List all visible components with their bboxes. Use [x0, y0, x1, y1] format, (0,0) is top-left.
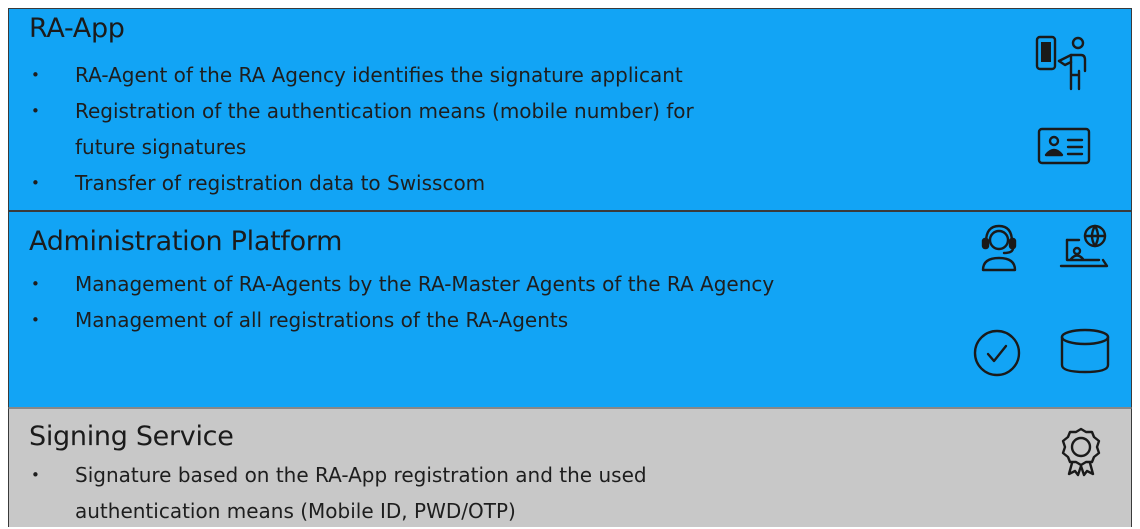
list-item-continuation: future signatures [75, 135, 247, 159]
list-item-continuation: authentication means (Mobile ID, PWD/OTP… [75, 499, 516, 523]
bullet-dot: • [31, 275, 40, 293]
list-item: • RA-Agent of the RA Agency identifies th… [27, 57, 694, 93]
ra-app-panel: RA-App • RA-Agent of the RA Agency identi… [8, 8, 1132, 210]
administration-platform-panel: Administration Platform • Management of R… [8, 210, 1132, 408]
list-item: • Signature based on the RA-App registrat… [27, 457, 647, 493]
bullet-dot: • [31, 66, 40, 84]
bullet-list: • RA-Agent of the RA Agency identifies th… [27, 57, 694, 201]
list-item: • Management of RA-Agents by the RA-Maste… [27, 266, 774, 302]
signing-service-panel: Signing Service • Signature based on the … [8, 408, 1132, 527]
section-title: RA-App [29, 13, 125, 44]
list-item: • Transfer of registration data to Swissc… [27, 165, 694, 201]
section-title: Administration Platform [29, 226, 343, 257]
mobile-agent-icon [1035, 35, 1091, 93]
web-laptop-icon [1059, 222, 1113, 272]
section-title: Signing Service [29, 421, 234, 452]
database-icon [1057, 326, 1113, 378]
support-agent-icon [975, 222, 1023, 272]
bullet-list: • Management of RA-Agents by the RA-Maste… [27, 266, 774, 338]
bullet-dot: • [31, 102, 40, 120]
list-item: • Management of all registrations of the … [27, 302, 774, 338]
list-item: • Registration of the authentication mean… [27, 93, 694, 129]
bullet-list: • Signature based on the RA-App registrat… [27, 457, 647, 529]
bullet-dot: • [31, 174, 40, 192]
id-card-icon [1037, 127, 1091, 165]
bullet-dot: • [31, 311, 40, 329]
certificate-badge-icon [1061, 427, 1101, 477]
bullet-dot: • [31, 466, 40, 484]
check-circle-icon [971, 327, 1023, 379]
